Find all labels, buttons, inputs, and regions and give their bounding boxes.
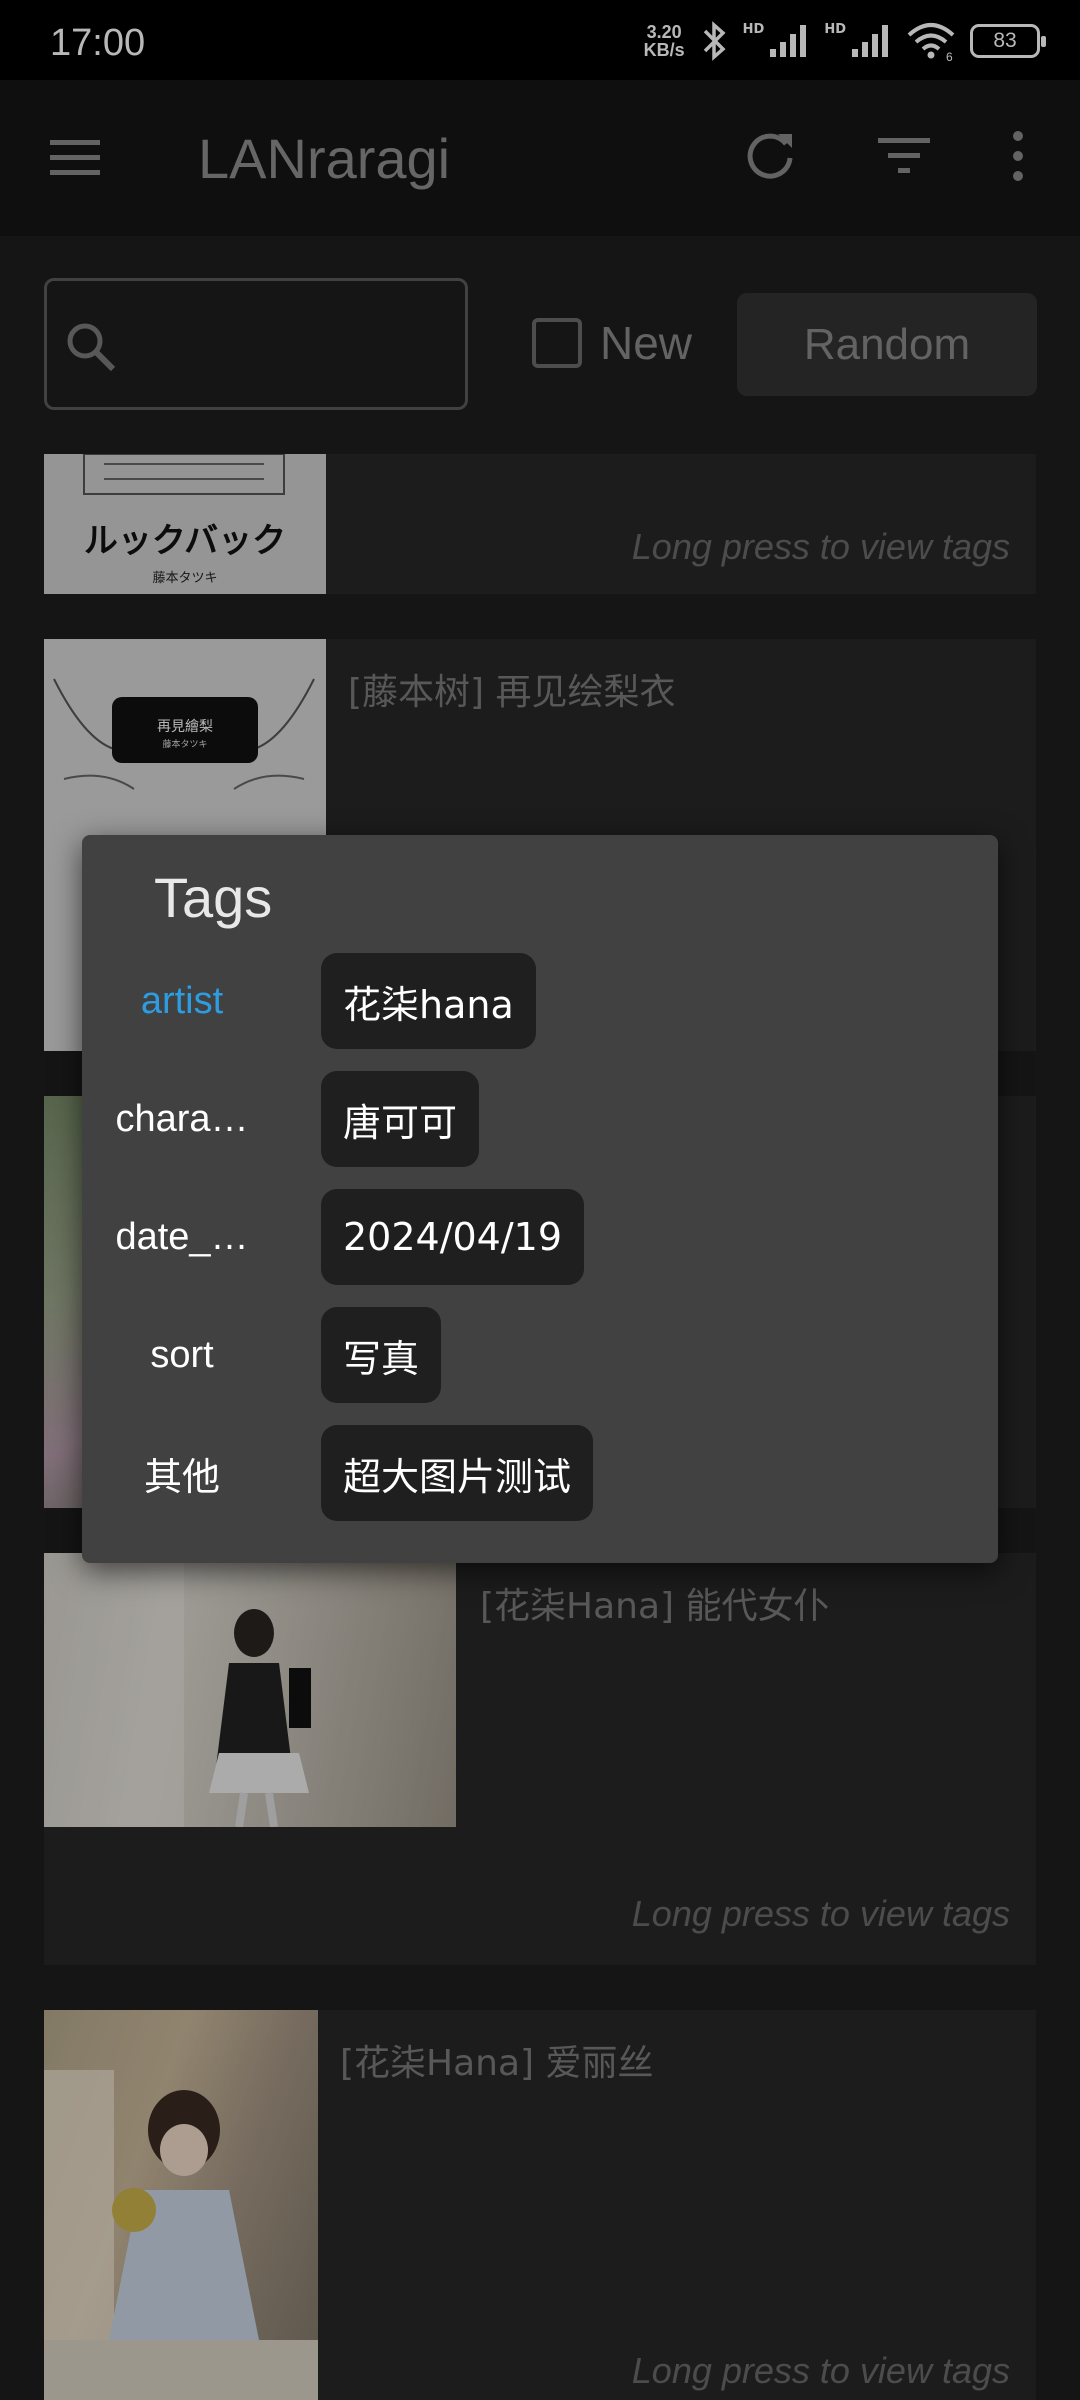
tag-row: sort 写真	[82, 1307, 998, 1403]
tag-row: date_… 2024/04/19	[82, 1189, 998, 1285]
screen: 17:00 3.20 KB/s HD HD 6 83 LANraragi New…	[0, 0, 1080, 2400]
tag-namespace: sort	[150, 1333, 214, 1376]
tag-chip[interactable]: 花柒hana	[321, 953, 536, 1049]
tag-chip[interactable]: 超大图片测试	[321, 1425, 594, 1521]
tag-namespace: date_…	[115, 1215, 249, 1258]
tag-namespace: 其他	[143, 1456, 220, 1499]
tag-chip[interactable]: 2024/04/19	[321, 1189, 585, 1285]
tag-row: artist 花柒hana	[82, 953, 998, 1049]
dialog-title: Tags	[154, 866, 273, 929]
tag-namespace: chara…	[115, 1097, 249, 1140]
tag-row: 其他 超大图片测试	[82, 1425, 998, 1521]
tags-dialog: Tags artist 花柒hana chara… 唐可可 date_… 202…	[82, 835, 998, 1563]
tag-namespace: artist	[140, 979, 224, 1022]
tag-row: chara… 唐可可	[82, 1071, 998, 1167]
tag-chip[interactable]: 唐可可	[321, 1071, 480, 1167]
tag-chip[interactable]: 写真	[321, 1307, 442, 1403]
